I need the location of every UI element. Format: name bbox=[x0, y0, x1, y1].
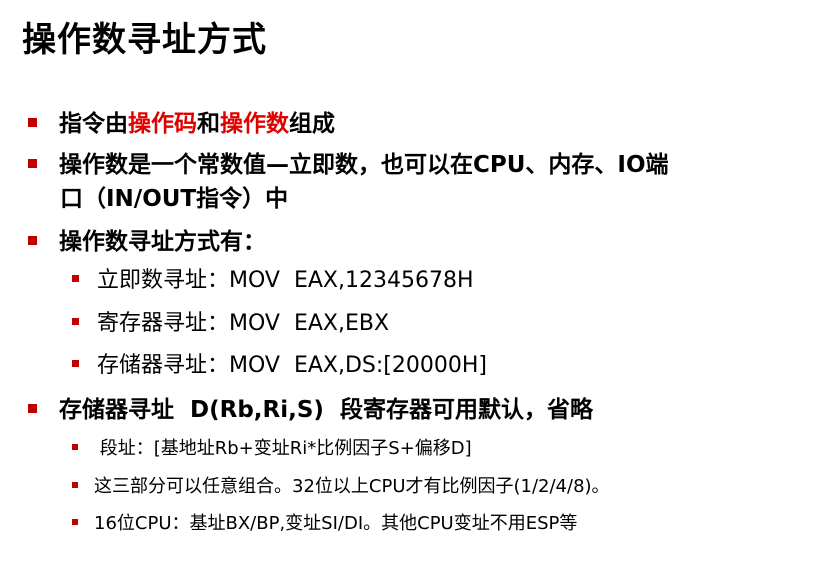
detail-item-16bit: 16位CPU：基址BX/BP,变址SI/DI。其他CPU变址不用ESP等 bbox=[72, 509, 577, 535]
square-bullet-icon bbox=[28, 404, 37, 413]
bullet-addressing-modes: 操作数寻址方式有： bbox=[28, 222, 266, 256]
bullet-memory-addressing: 存储器寻址 D(Rb,Ri,S) 段寄存器可用默认，省略 bbox=[28, 390, 593, 424]
mode-item-immediate: 立即数寻址：MOV EAX,12345678H bbox=[72, 262, 473, 294]
detail-text: 这三部分可以任意组合。32位以上CPU才有比例因子(1/2/4/8)。 bbox=[94, 476, 610, 497]
text-prefix: 指令由 bbox=[59, 111, 128, 137]
bullet-operand-description: 操作数是一个常数值—立即数，也可以在CPU、内存、IO端 bbox=[28, 145, 669, 179]
operand-description-text: 操作数是一个常数值—立即数，也可以在CPU、内存、IO端 bbox=[59, 152, 669, 178]
text-mid: 和 bbox=[197, 111, 220, 137]
square-bullet-icon bbox=[72, 482, 78, 488]
mode-item-register: 寄存器寻址：MOV EAX,EBX bbox=[72, 305, 389, 337]
memory-addressing-text: 存储器寻址 D(Rb,Ri,S) 段寄存器可用默认，省略 bbox=[59, 397, 593, 423]
text-suffix: 组成 bbox=[289, 111, 335, 137]
highlight-opcode: 操作码 bbox=[128, 111, 197, 137]
operand-description-continuation: 口（IN/OUT指令）中 bbox=[60, 186, 289, 212]
addressing-modes-text: 操作数寻址方式有： bbox=[59, 229, 266, 255]
square-bullet-icon bbox=[72, 359, 79, 367]
square-bullet-icon bbox=[72, 274, 79, 282]
square-bullet-icon bbox=[28, 159, 37, 168]
bullet-instruction-composition: 指令由操作码和操作数组成 bbox=[28, 104, 335, 138]
mode-text: 立即数寻址：MOV EAX,12345678H bbox=[97, 268, 474, 293]
square-bullet-icon bbox=[72, 519, 78, 525]
detail-text: 16位CPU：基址BX/BP,变址SI/DI。其他CPU变址不用ESP等 bbox=[94, 513, 578, 534]
square-bullet-icon bbox=[72, 444, 78, 450]
detail-item-segment: 段址：[基地址Rb+变址Ri*比例因子S+偏移D] bbox=[72, 434, 472, 460]
highlight-operand: 操作数 bbox=[220, 111, 289, 137]
page-title: 操作数寻址方式 bbox=[22, 20, 267, 60]
square-bullet-icon bbox=[28, 118, 37, 127]
mode-item-memory: 存储器寻址：MOV EAX,DS:[20000H] bbox=[72, 347, 487, 379]
detail-text: 段址：[基地址Rb+变址Ri*比例因子S+偏移D] bbox=[94, 438, 472, 459]
square-bullet-icon bbox=[72, 317, 79, 325]
detail-item-combination: 这三部分可以任意组合。32位以上CPU才有比例因子(1/2/4/8)。 bbox=[72, 472, 610, 498]
slide: 操作数寻址方式 指令由操作码和操作数组成 操作数是一个常数值—立即数，也可以在C… bbox=[0, 0, 833, 566]
square-bullet-icon bbox=[28, 236, 37, 245]
mode-text: 寄存器寻址：MOV EAX,EBX bbox=[97, 311, 390, 336]
mode-text: 存储器寻址：MOV EAX,DS:[20000H] bbox=[97, 353, 487, 378]
